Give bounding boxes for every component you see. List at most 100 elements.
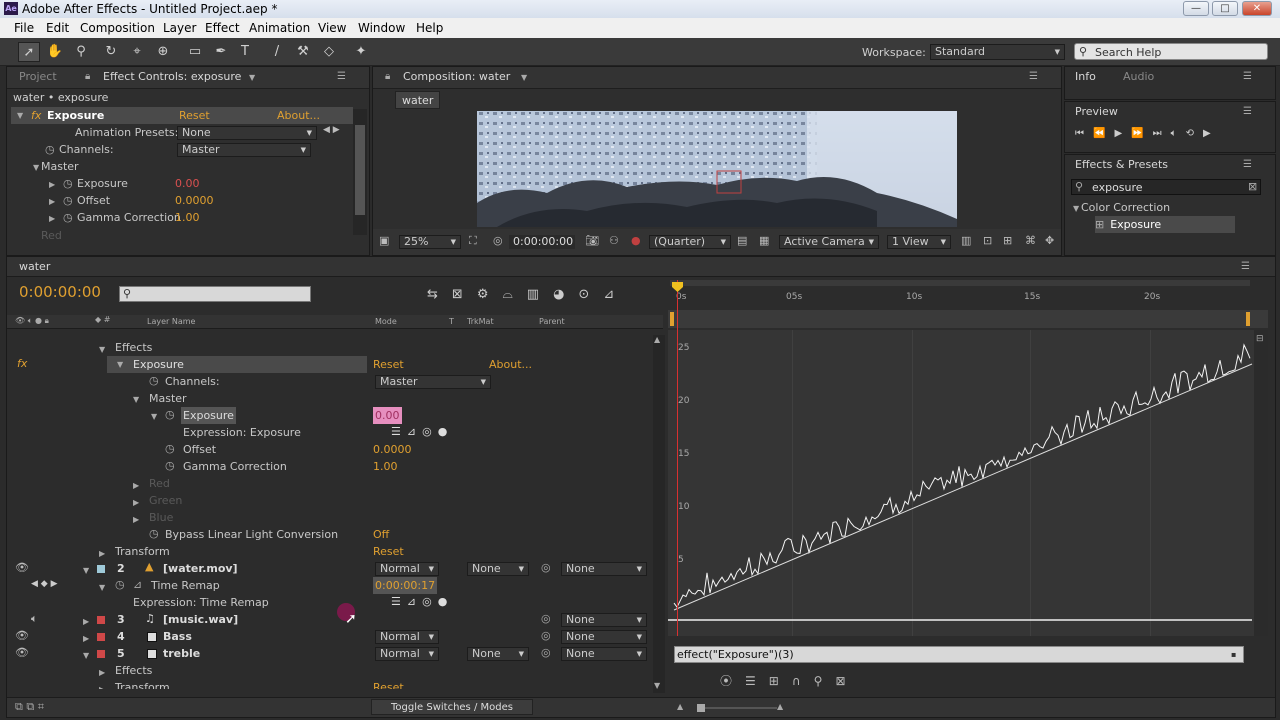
rotate-tool-icon[interactable]: ↻ (100, 42, 122, 62)
close-button[interactable]: ✕ (1242, 1, 1272, 16)
expression-pickwhip-icon[interactable]: ◎ (422, 595, 438, 608)
work-area-range[interactable] (668, 310, 1268, 328)
menu-window[interactable]: Window (358, 21, 405, 35)
audio-icon[interactable]: 🔈︎ (31, 612, 38, 626)
search-help-field[interactable]: ⚲ Search Help (1074, 43, 1268, 60)
transform-group[interactable]: Transform (115, 679, 170, 689)
menu-edit[interactable]: Edit (46, 21, 69, 35)
stopwatch-icon[interactable]: ◷ (149, 527, 159, 540)
visibility-icon[interactable]: 👁︎ (15, 629, 29, 642)
visibility-icon[interactable]: 👁︎ (15, 561, 29, 574)
resolution-select[interactable]: (Quarter) (649, 235, 731, 249)
green-group[interactable]: Green (149, 492, 182, 509)
fit-selection-icon[interactable]: ⚲ (814, 674, 836, 688)
region-icon[interactable]: ▤ (737, 234, 747, 247)
workspace-select[interactable]: Standard (930, 44, 1065, 60)
offset-value[interactable]: 0.0000 (175, 192, 214, 209)
toggle-switches-modes-button[interactable]: Toggle Switches / Modes (371, 699, 533, 715)
snapshot-icon[interactable]: 📷︎ (585, 234, 599, 247)
panel-menu-icon[interactable]: ☰ (1243, 72, 1257, 82)
transform-reset[interactable]: Reset (373, 679, 404, 689)
stopwatch-icon[interactable]: ◷ (149, 374, 159, 387)
category-color-correction[interactable]: Color Correction (1081, 199, 1170, 216)
last-frame-icon[interactable]: ⏭ (1153, 128, 1171, 139)
comp-mini-flowchart-icon[interactable]: ⇆ (427, 287, 452, 302)
graph-editor[interactable]: 25 20 15 10 5 (668, 280, 1258, 636)
tab-composition[interactable]: Composition: water (403, 67, 510, 87)
channels-select[interactable]: Master (375, 375, 491, 389)
mode-select[interactable]: Normal (375, 630, 439, 644)
expression-pickwhip-icon[interactable]: ◎ (422, 425, 438, 438)
channels-select[interactable]: Master (177, 143, 311, 157)
timecode-icon[interactable]: ◎ (493, 234, 503, 247)
live-update-icon[interactable]: ⊠ (452, 287, 477, 302)
panel-menu-icon[interactable]: ☰ (337, 72, 351, 82)
maximize-button[interactable]: □ (1212, 1, 1238, 16)
tab-audio[interactable]: Audio (1123, 67, 1154, 87)
bypass-value[interactable]: Off (373, 526, 389, 543)
parent-select[interactable]: None (561, 613, 647, 627)
scrollbar[interactable] (353, 109, 367, 235)
eraser-tool-icon[interactable]: ◇ (318, 42, 340, 62)
effects-group[interactable]: Effects (115, 339, 152, 356)
menu-view[interactable]: View (318, 21, 346, 35)
mode-select[interactable]: Normal (375, 647, 439, 661)
frame-blending-icon[interactable]: ▥ (527, 287, 553, 302)
exposure-about[interactable]: About... (489, 356, 532, 373)
stopwatch-icon[interactable]: ◷ (165, 408, 175, 421)
tab-info[interactable]: Info (1075, 67, 1096, 87)
layer-name[interactable]: Bass (163, 628, 192, 645)
composition-viewer[interactable] (477, 111, 957, 227)
show-snapshot-icon[interactable]: ⚇ (609, 234, 619, 247)
expression-graph-icon[interactable]: ⊿ (407, 425, 422, 438)
views-select[interactable]: 1 View (887, 235, 951, 249)
layer-name[interactable]: treble (163, 645, 200, 662)
about-link[interactable]: About... (277, 107, 320, 124)
expression-enable-icon[interactable]: ☰ (391, 595, 407, 608)
hand-tool-icon[interactable]: ✋ (44, 42, 66, 62)
loop-icon[interactable]: ⟲ (1186, 128, 1203, 139)
zoom-select[interactable]: 25% (399, 235, 461, 249)
brush-tool-icon[interactable]: / (266, 42, 288, 62)
panel-menu-icon[interactable]: ☰ (1243, 107, 1257, 117)
menu-composition[interactable]: Composition (80, 21, 155, 35)
parent-select[interactable]: None (561, 562, 647, 576)
work-area-bar[interactable] (670, 280, 1250, 286)
mode-select[interactable]: Normal (375, 562, 439, 576)
time-remap-value[interactable]: 0:00:00:17 (373, 577, 438, 594)
expand-expression-icon[interactable]: ▪ (1231, 647, 1236, 662)
clone-stamp-tool-icon[interactable]: ⚒ (292, 42, 314, 62)
magnification-icon[interactable]: ▣ (379, 234, 389, 247)
toggle-pixel-icon[interactable]: ▥ (961, 234, 971, 247)
gamma-value[interactable]: 1.00 (175, 209, 200, 226)
preset-prev-icon[interactable]: ◀ ▶ (323, 125, 340, 135)
fast-preview-icon[interactable]: ⊡ (983, 234, 992, 247)
color-channel-icon[interactable]: ● (631, 234, 641, 247)
transform-box-icon[interactable]: ⊞ (769, 674, 792, 688)
fit-all-icon[interactable]: ⊠ (835, 674, 858, 688)
exposure-prop-value[interactable]: 0.00 (373, 407, 402, 424)
menu-file[interactable]: File (14, 21, 34, 35)
effect-row-exposure[interactable]: ▼ fx Exposure Reset About... (11, 107, 353, 124)
camera-select[interactable]: Active Camera (779, 235, 879, 249)
clear-search-icon[interactable]: ⊠ (1248, 180, 1257, 193)
graph-editor-icon[interactable]: ⊿ (603, 287, 628, 302)
presets-select[interactable]: None (177, 126, 317, 140)
offset-value[interactable]: 0.0000 (373, 441, 412, 458)
stopwatch-icon[interactable]: ◷ (165, 442, 175, 455)
keyframe-navigator-icon[interactable]: ◀ ◆ ▶ (31, 579, 58, 589)
tab-effect-controls[interactable]: Effect Controls: exposure (103, 67, 241, 87)
exposure-effect-row[interactable]: ▼ Exposure (107, 356, 367, 373)
timeline-icon[interactable]: ⊞ (1003, 234, 1012, 247)
stopwatch-icon[interactable]: ◷ (63, 211, 73, 224)
expression-language-icon[interactable]: ● (438, 595, 454, 608)
audio-icon[interactable]: 🔈︎ (1171, 128, 1186, 139)
layer-name[interactable]: [music.wav] (163, 611, 238, 628)
fx-icon[interactable]: fx (31, 107, 41, 124)
minimize-button[interactable]: — (1183, 1, 1209, 16)
transform-reset[interactable]: Reset (373, 543, 404, 560)
reset-link[interactable]: Reset (179, 107, 210, 124)
transparency-grid-icon[interactable]: ▦ (759, 234, 769, 247)
puppet-tool-icon[interactable]: ✦ (350, 42, 372, 62)
exposure-reset[interactable]: Reset (373, 356, 404, 373)
